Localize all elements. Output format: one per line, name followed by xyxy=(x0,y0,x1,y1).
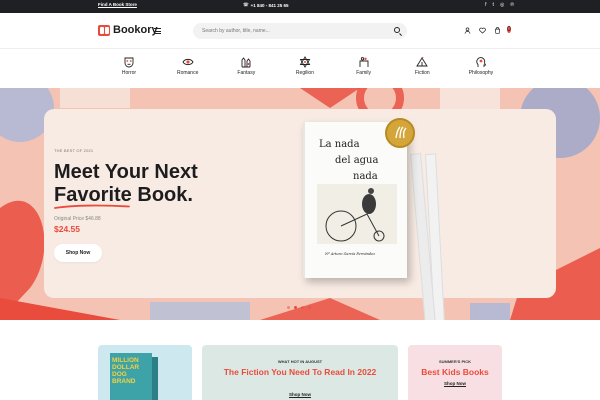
promo-shop-now-link[interactable]: Shop Now xyxy=(202,392,398,397)
cart-icon[interactable]: 0 xyxy=(494,26,511,36)
book-title-line2: del agua xyxy=(335,155,379,166)
category-romance[interactable]: Romance xyxy=(164,55,212,85)
menu-icon[interactable] xyxy=(154,28,161,34)
book-logo-icon xyxy=(98,24,110,36)
category-philosophy[interactable]: Philosophy xyxy=(457,55,505,85)
slide-dot[interactable] xyxy=(308,306,311,309)
slider-dots xyxy=(287,306,311,309)
bicycle-illustration xyxy=(317,184,397,244)
category-label: Philosophy xyxy=(468,70,494,76)
cart-count-badge: 0 xyxy=(506,26,511,33)
slide-dot[interactable] xyxy=(287,306,290,309)
phone-text: +1 840 - 841 25 65 xyxy=(250,2,289,8)
category-horror[interactable]: Horror xyxy=(105,55,153,85)
hero-kicker: THE BEST OF 2021 xyxy=(54,148,94,153)
heart-icon[interactable] xyxy=(479,27,486,36)
hero-banner: THE BEST OF 2021 Meet Your Next Favorite… xyxy=(0,88,600,320)
hero-highlight-word: Favorite xyxy=(54,184,132,206)
promo-shop-now-link[interactable]: Shop Now xyxy=(408,381,502,386)
logo[interactable]: Bookory xyxy=(98,24,158,36)
user-icon[interactable] xyxy=(464,27,471,36)
mask-icon xyxy=(124,57,134,68)
promo-kicker: SUMMER'S PICK xyxy=(438,359,472,364)
category-label: Fantasy xyxy=(237,70,256,76)
underline-swoosh xyxy=(54,204,130,209)
hero-headline-rest: Book. xyxy=(137,184,193,206)
category-label: Fiction xyxy=(414,70,430,76)
slide-dot[interactable] xyxy=(301,306,304,309)
promo-title: Best Kids Books xyxy=(421,367,489,377)
brand-name: Bookory xyxy=(113,24,158,36)
book-title-line1: La nada xyxy=(319,139,360,150)
category-label: Horror xyxy=(121,70,137,76)
category-nav: Horror Romance Fantasy Regilion Family F… xyxy=(105,55,505,85)
category-label: Romance xyxy=(176,70,199,76)
head-icon xyxy=(476,57,487,67)
book-author: Nº Arturo García Fernández xyxy=(325,252,376,256)
top-bar: Find A Book Store ☏ +1 840 - 841 25 65 f… xyxy=(0,0,600,13)
phone-icon: ☏ xyxy=(243,2,249,7)
hero-shop-now-button[interactable]: Shop Now xyxy=(54,244,102,262)
pinterest-icon[interactable]: ℗ xyxy=(510,2,514,8)
category-label: Regilion xyxy=(295,70,314,76)
promo-card-3[interactable]: SUMMER'S PICK Best Kids Books Shop Now xyxy=(408,345,502,400)
sale-price: $24.55 xyxy=(54,224,80,234)
facebook-icon[interactable]: f xyxy=(485,2,486,8)
header-actions: 0 xyxy=(464,26,511,36)
header: Bookory 0 xyxy=(0,13,600,49)
store-locator-link[interactable]: Find A Book Store xyxy=(98,2,137,7)
twitter-icon[interactable]: t xyxy=(493,2,494,8)
award-seal-icon xyxy=(385,118,415,148)
castle-icon xyxy=(241,57,251,68)
category-fiction[interactable]: Fiction xyxy=(398,55,446,85)
family-icon xyxy=(359,57,369,67)
search-bar xyxy=(193,23,407,39)
eye-icon xyxy=(182,58,194,66)
slide-dot-active[interactable] xyxy=(294,306,297,309)
search-icon[interactable] xyxy=(394,27,400,33)
original-price: Original Price $46.88 xyxy=(54,216,101,222)
hero-headline-line1: Meet Your Next xyxy=(54,161,198,183)
category-family[interactable]: Family xyxy=(340,55,388,85)
hero-headline: Meet Your Next Favorite Book. xyxy=(54,161,244,209)
category-religion[interactable]: Regilion xyxy=(281,55,329,85)
hero-headline-word: Favorite xyxy=(54,184,132,209)
search-input[interactable] xyxy=(202,23,382,39)
instagram-icon[interactable]: ◎ xyxy=(500,2,504,8)
star-of-david-icon xyxy=(299,56,311,68)
book-title-line3: nada xyxy=(353,171,378,182)
promo-card-2[interactable]: WHAT HOT IN AUGUST The Fiction You Need … xyxy=(202,345,398,400)
tent-icon xyxy=(416,56,429,67)
phone-number[interactable]: ☏ +1 840 - 841 25 65 xyxy=(243,2,289,8)
promo-title: The Fiction You Need To Read In 2022 xyxy=(223,367,377,377)
promo-kicker: WHAT HOT IN AUGUST xyxy=(277,359,323,364)
category-fantasy[interactable]: Fantasy xyxy=(222,55,270,85)
category-label: Family xyxy=(356,70,371,76)
promo-card-1[interactable]: MILLION DOLLAR DOG BRAND xyxy=(98,345,192,400)
social-links: f t ◎ ℗ xyxy=(485,2,514,8)
promo-book-title: MILLION DOLLAR DOG BRAND xyxy=(112,357,140,385)
